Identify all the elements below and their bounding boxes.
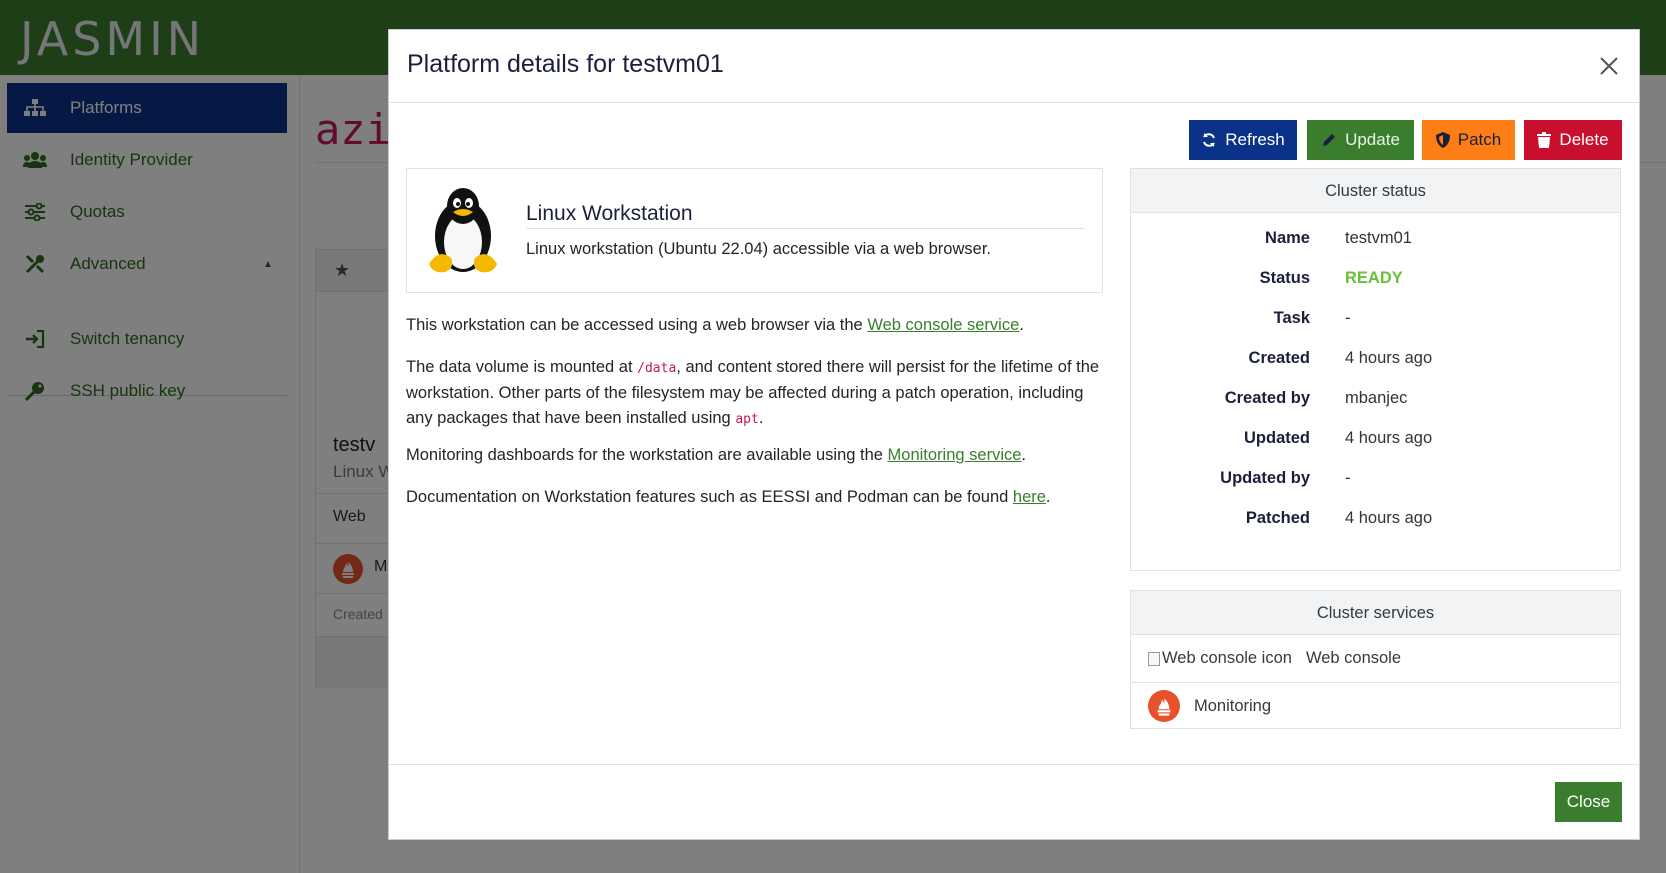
status-key: Status — [1259, 269, 1310, 287]
status-row-created-by: Created by mbanjec — [1131, 389, 1620, 413]
status-key: Updated by — [1220, 469, 1310, 487]
service-label: Web console — [1305, 649, 1402, 667]
documentation-paragraph: Documentation on Workstation features su… — [406, 485, 1103, 510]
tux-penguin-logo — [425, 186, 501, 276]
status-value: mbanjec — [1345, 389, 1408, 407]
refresh-label: Refresh — [1225, 130, 1285, 149]
code-data-path: /data — [637, 361, 677, 376]
status-key: Updated — [1244, 429, 1310, 447]
service-web-console[interactable]: Web console icon Web console — [1131, 635, 1620, 682]
refresh-button[interactable]: Refresh — [1189, 120, 1297, 160]
service-monitoring[interactable]: Monitoring — [1131, 682, 1620, 729]
service-label: Monitoring — [1194, 696, 1272, 715]
web-console-paragraph: This workstation can be accessed using a… — [406, 313, 1103, 338]
paragraph-text: . — [1021, 446, 1027, 464]
cluster-services-panel: Cluster services Web console icon Web co… — [1130, 590, 1621, 729]
app-description: Linux workstation (Ubuntu 22.04) accessi… — [526, 240, 991, 258]
web-console-icon: Web console icon — [1148, 649, 1292, 668]
paragraph-text: This workstation can be accessed using a… — [406, 316, 868, 334]
code-apt: apt — [735, 412, 759, 427]
status-row-patched: Patched 4 hours ago — [1131, 509, 1620, 533]
documentation-link[interactable]: here — [1013, 488, 1046, 506]
status-key: Created by — [1224, 389, 1310, 407]
status-value: 4 hours ago — [1345, 509, 1433, 527]
paragraph-text: Monitoring dashboards for the workstatio… — [406, 446, 888, 464]
cluster-status-panel: Cluster status Name testvm01 Status READY … — [1130, 168, 1621, 571]
modal-header: Platform details for testvm01 — [389, 30, 1639, 103]
status-row-updated-by: Updated by - — [1131, 469, 1620, 493]
status-key: Name — [1265, 229, 1310, 247]
status-value: 4 hours ago — [1345, 429, 1433, 447]
status-key: Task — [1273, 309, 1310, 327]
status-key: Created — [1248, 349, 1310, 367]
update-label: Update — [1345, 130, 1400, 149]
web-console-icon-alt: Web console icon — [1162, 649, 1292, 667]
cluster-services-header: Cluster services — [1131, 591, 1620, 635]
update-button[interactable]: Update — [1307, 120, 1414, 160]
modal-title: Platform details for testvm01 — [407, 50, 724, 78]
close-icon[interactable] — [1597, 54, 1621, 78]
status-row-status: Status READY — [1131, 269, 1620, 293]
modal-footer: Close — [389, 764, 1639, 841]
shield-icon — [1435, 132, 1450, 148]
web-console-link[interactable]: Web console service — [867, 316, 1019, 334]
prometheus-icon — [1148, 690, 1180, 722]
status-row-name: Name testvm01 — [1131, 229, 1620, 253]
status-row-task: Task - — [1131, 309, 1620, 333]
trash-icon — [1537, 132, 1552, 148]
paragraph-text: . — [758, 409, 764, 427]
patch-label: Patch — [1457, 130, 1502, 149]
platform-details-modal: Platform details for testvm01 Refresh Up… — [388, 29, 1640, 840]
paragraph-text: The data volume is mounted at — [406, 358, 638, 376]
patch-button[interactable]: Patch — [1422, 120, 1515, 160]
status-key: Patched — [1245, 509, 1310, 527]
delete-button[interactable]: Delete — [1524, 120, 1622, 160]
monitoring-link[interactable]: Monitoring service — [888, 446, 1022, 464]
delete-label: Delete — [1559, 130, 1609, 149]
status-value: - — [1345, 309, 1351, 327]
status-row-updated: Updated 4 hours ago — [1131, 429, 1620, 453]
data-volume-paragraph: The data volume is mounted at /data, and… — [406, 355, 1103, 432]
sync-icon — [1203, 133, 1216, 147]
app-description-box: Linux Workstation Linux workstation (Ubu… — [406, 168, 1103, 293]
monitoring-paragraph: Monitoring dashboards for the workstatio… — [406, 443, 1103, 468]
status-badge: READY — [1345, 269, 1403, 287]
paragraph-text: . — [1045, 488, 1051, 506]
app-title: Linux Workstation — [526, 202, 693, 225]
pencil-icon — [1323, 134, 1336, 146]
status-row-created: Created 4 hours ago — [1131, 349, 1620, 373]
paragraph-text: . — [1019, 316, 1024, 334]
cluster-status-header: Cluster status — [1131, 169, 1620, 213]
app-title-divider — [526, 228, 1085, 229]
status-value: testvm01 — [1345, 229, 1412, 247]
status-value: - — [1345, 469, 1351, 487]
status-value: 4 hours ago — [1345, 349, 1433, 367]
paragraph-text: Documentation on Workstation features su… — [406, 488, 1013, 506]
close-button[interactable]: Close — [1555, 782, 1622, 822]
